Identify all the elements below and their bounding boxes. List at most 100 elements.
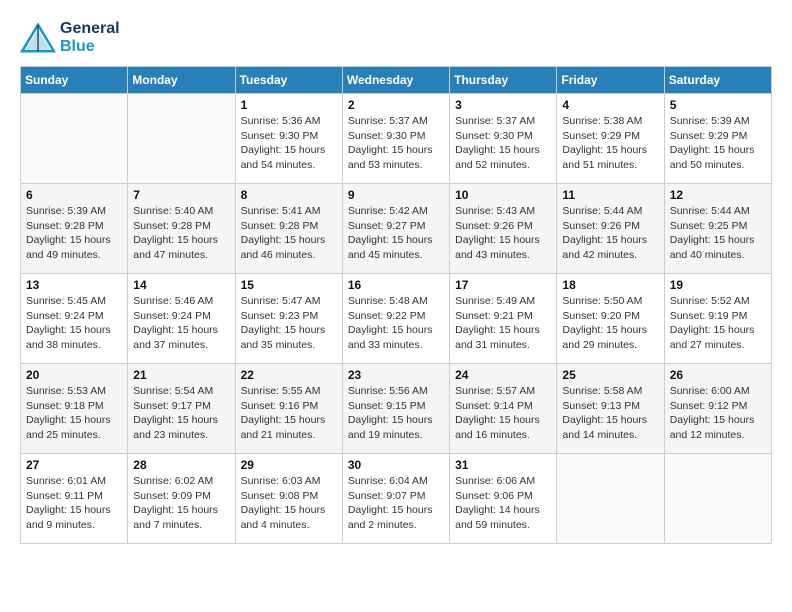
calendar-cell: 16 Sunrise: 5:48 AM Sunset: 9:22 PM Dayli… [342,274,449,364]
calendar-cell: 25 Sunrise: 5:58 AM Sunset: 9:13 PM Dayli… [557,364,664,454]
logo-icon [20,23,56,53]
day-info: Sunrise: 5:39 AM Sunset: 9:29 PM Dayligh… [670,114,766,173]
logo: General Blue [20,20,120,56]
day-info: Sunrise: 5:50 AM Sunset: 9:20 PM Dayligh… [562,294,658,353]
calendar-cell: 6 Sunrise: 5:39 AM Sunset: 9:28 PM Daylig… [21,184,128,274]
calendar-cell [664,454,771,544]
logo-text: General Blue [60,20,120,56]
day-info: Sunrise: 6:00 AM Sunset: 9:12 PM Dayligh… [670,384,766,443]
day-info: Sunrise: 5:39 AM Sunset: 9:28 PM Dayligh… [26,204,122,263]
calendar-cell: 3 Sunrise: 5:37 AM Sunset: 9:30 PM Daylig… [450,94,557,184]
day-number: 5 [670,98,766,112]
day-info: Sunrise: 5:52 AM Sunset: 9:19 PM Dayligh… [670,294,766,353]
weekday-header: Wednesday [342,67,449,94]
day-number: 10 [455,188,551,202]
calendar-cell: 10 Sunrise: 5:43 AM Sunset: 9:26 PM Dayli… [450,184,557,274]
calendar-week-row: 27 Sunrise: 6:01 AM Sunset: 9:11 PM Dayli… [21,454,772,544]
calendar-cell: 29 Sunrise: 6:03 AM Sunset: 9:08 PM Dayli… [235,454,342,544]
calendar-cell: 2Sunrise: 5:37 AM Sunset: 9:30 PM Daylig… [342,94,449,184]
day-number: 6 [26,188,122,202]
calendar-cell: 5 Sunrise: 5:39 AM Sunset: 9:29 PM Daylig… [664,94,771,184]
weekday-header: Saturday [664,67,771,94]
weekday-header-row: SundayMondayTuesdayWednesdayThursdayFrid… [21,67,772,94]
day-number: 14 [133,278,229,292]
day-number: 17 [455,278,551,292]
weekday-header: Friday [557,67,664,94]
day-number: 23 [348,368,444,382]
header: General Blue [20,20,772,56]
day-number: 7 [133,188,229,202]
day-info: Sunrise: 5:53 AM Sunset: 9:18 PM Dayligh… [26,384,122,443]
calendar-cell: 15 Sunrise: 5:47 AM Sunset: 9:23 PM Dayli… [235,274,342,364]
day-number: 19 [670,278,766,292]
day-info: Sunrise: 5:57 AM Sunset: 9:14 PM Dayligh… [455,384,551,443]
day-info: Sunrise: 5:38 AM Sunset: 9:29 PM Dayligh… [562,114,658,173]
day-number: 1 [241,98,337,112]
calendar-cell: 23 Sunrise: 5:56 AM Sunset: 9:15 PM Dayli… [342,364,449,454]
calendar-cell: 28Sunrise: 6:02 AM Sunset: 9:09 PM Dayli… [128,454,235,544]
day-number: 8 [241,188,337,202]
calendar-cell [21,94,128,184]
day-info: Sunrise: 5:44 AM Sunset: 9:26 PM Dayligh… [562,204,658,263]
calendar-cell: 27 Sunrise: 6:01 AM Sunset: 9:11 PM Dayli… [21,454,128,544]
day-info: Sunrise: 5:54 AM Sunset: 9:17 PM Dayligh… [133,384,229,443]
day-info: Sunrise: 5:37 AM Sunset: 9:30 PM Dayligh… [348,114,444,173]
day-info: Sunrise: 6:03 AM Sunset: 9:08 PM Dayligh… [241,474,337,533]
calendar-week-row: 20 Sunrise: 5:53 AM Sunset: 9:18 PM Dayli… [21,364,772,454]
day-info: Sunrise: 6:01 AM Sunset: 9:11 PM Dayligh… [26,474,122,533]
calendar-cell: 9Sunrise: 5:42 AM Sunset: 9:27 PM Daylig… [342,184,449,274]
calendar-cell: 26 Sunrise: 6:00 AM Sunset: 9:12 PM Dayli… [664,364,771,454]
day-number: 12 [670,188,766,202]
day-info: Sunrise: 5:37 AM Sunset: 9:30 PM Dayligh… [455,114,551,173]
day-number: 21 [133,368,229,382]
calendar-cell: 22Sunrise: 5:55 AM Sunset: 9:16 PM Dayli… [235,364,342,454]
calendar-cell: 13 Sunrise: 5:45 AM Sunset: 9:24 PM Dayli… [21,274,128,364]
calendar-cell: 11 Sunrise: 5:44 AM Sunset: 9:26 PM Dayli… [557,184,664,274]
day-number: 31 [455,458,551,472]
day-number: 11 [562,188,658,202]
calendar-cell: 19 Sunrise: 5:52 AM Sunset: 9:19 PM Dayli… [664,274,771,364]
day-info: Sunrise: 6:04 AM Sunset: 9:07 PM Dayligh… [348,474,444,533]
day-info: Sunrise: 5:40 AM Sunset: 9:28 PM Dayligh… [133,204,229,263]
day-info: Sunrise: 5:36 AM Sunset: 9:30 PM Dayligh… [241,114,337,173]
calendar-cell: 1 Sunrise: 5:36 AM Sunset: 9:30 PM Daylig… [235,94,342,184]
day-number: 3 [455,98,551,112]
calendar-week-row: 1 Sunrise: 5:36 AM Sunset: 9:30 PM Daylig… [21,94,772,184]
day-info: Sunrise: 5:43 AM Sunset: 9:26 PM Dayligh… [455,204,551,263]
day-info: Sunrise: 5:49 AM Sunset: 9:21 PM Dayligh… [455,294,551,353]
day-info: Sunrise: 5:48 AM Sunset: 9:22 PM Dayligh… [348,294,444,353]
calendar-cell: 21 Sunrise: 5:54 AM Sunset: 9:17 PM Dayli… [128,364,235,454]
weekday-header: Sunday [21,67,128,94]
calendar-cell: 12Sunrise: 5:44 AM Sunset: 9:25 PM Dayli… [664,184,771,274]
day-number: 26 [670,368,766,382]
day-number: 13 [26,278,122,292]
day-info: Sunrise: 5:46 AM Sunset: 9:24 PM Dayligh… [133,294,229,353]
calendar-cell [557,454,664,544]
day-info: Sunrise: 5:55 AM Sunset: 9:16 PM Dayligh… [241,384,337,443]
day-number: 27 [26,458,122,472]
day-number: 25 [562,368,658,382]
day-number: 4 [562,98,658,112]
day-info: Sunrise: 6:06 AM Sunset: 9:06 PM Dayligh… [455,474,551,533]
day-number: 30 [348,458,444,472]
calendar-cell: 4 Sunrise: 5:38 AM Sunset: 9:29 PM Daylig… [557,94,664,184]
day-number: 29 [241,458,337,472]
calendar-cell: 17 Sunrise: 5:49 AM Sunset: 9:21 PM Dayli… [450,274,557,364]
day-info: Sunrise: 5:41 AM Sunset: 9:28 PM Dayligh… [241,204,337,263]
weekday-header: Tuesday [235,67,342,94]
day-info: Sunrise: 5:58 AM Sunset: 9:13 PM Dayligh… [562,384,658,443]
day-number: 24 [455,368,551,382]
day-number: 28 [133,458,229,472]
calendar-cell: 24 Sunrise: 5:57 AM Sunset: 9:14 PM Dayli… [450,364,557,454]
day-number: 15 [241,278,337,292]
calendar-cell: 31 Sunrise: 6:06 AM Sunset: 9:06 PM Dayli… [450,454,557,544]
weekday-header: Thursday [450,67,557,94]
day-number: 16 [348,278,444,292]
calendar-week-row: 13 Sunrise: 5:45 AM Sunset: 9:24 PM Dayli… [21,274,772,364]
calendar-week-row: 6 Sunrise: 5:39 AM Sunset: 9:28 PM Daylig… [21,184,772,274]
day-info: Sunrise: 5:47 AM Sunset: 9:23 PM Dayligh… [241,294,337,353]
calendar-cell: 30 Sunrise: 6:04 AM Sunset: 9:07 PM Dayli… [342,454,449,544]
day-info: Sunrise: 5:45 AM Sunset: 9:24 PM Dayligh… [26,294,122,353]
day-number: 20 [26,368,122,382]
day-info: Sunrise: 5:56 AM Sunset: 9:15 PM Dayligh… [348,384,444,443]
